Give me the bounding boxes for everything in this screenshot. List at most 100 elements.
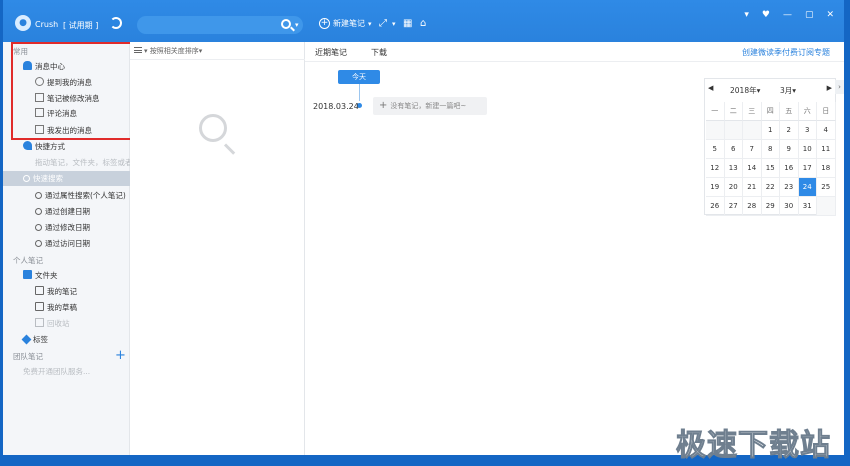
calendar-day[interactable]: 2	[780, 121, 799, 140]
grid-view-icon[interactable]: ▦	[403, 19, 412, 29]
calendar-day[interactable]: 28	[743, 197, 762, 216]
sync-icon[interactable]	[110, 17, 122, 29]
plus-icon: +	[379, 100, 388, 111]
skin-icon[interactable]: ▾	[744, 10, 749, 20]
chevron-down-icon[interactable]: ▾	[368, 20, 372, 28]
weekday-label: 四	[761, 102, 780, 121]
close-icon[interactable]: ✕	[826, 10, 834, 20]
avatar[interactable]: ●	[15, 15, 31, 31]
calendar-week: 19 20 21 22 23 24 25	[706, 178, 836, 197]
calendar-day[interactable]: 24	[798, 178, 817, 197]
tab-download[interactable]: 下载	[371, 47, 387, 58]
calendar-day[interactable]: 20	[724, 178, 743, 197]
calendar-day[interactable]: 27	[724, 197, 743, 216]
weekday-label: 二	[724, 102, 743, 121]
calendar-day[interactable]: 8	[761, 140, 780, 159]
plus-circle-icon: +	[319, 18, 330, 29]
sidebar-item-search-attr[interactable]: 通过属性搜索(个人笔记)	[3, 188, 130, 203]
chevron-down-icon[interactable]: ▾	[295, 21, 299, 29]
heart-icon[interactable]: ♥	[762, 10, 770, 20]
sidebar-item-label: 通过修改日期	[45, 223, 90, 232]
divider	[130, 59, 305, 60]
month-select[interactable]: 3月▾	[780, 85, 796, 96]
calendar-day[interactable]: 15	[761, 159, 780, 178]
list-icon	[134, 47, 142, 53]
chevron-left-icon[interactable]: ◀	[708, 84, 713, 92]
search-icon	[35, 240, 42, 247]
calendar-day[interactable]: 31	[798, 197, 817, 216]
calendar-empty-cell	[706, 121, 725, 140]
today-button[interactable]: 今天	[338, 70, 380, 84]
shortcuts-hint: 拖动笔记，文件夹，标签或者	[35, 158, 133, 167]
calendar-day[interactable]: 13	[724, 159, 743, 178]
sidebar-item-search-modified[interactable]: 通过修改日期	[3, 220, 130, 235]
search-box[interactable]	[137, 16, 303, 34]
calendar-day[interactable]: 17	[798, 159, 817, 178]
chevron-down-icon[interactable]: ▾	[392, 19, 396, 29]
new-note-button[interactable]: + 新建笔记 ▾	[319, 18, 372, 29]
calendar-empty-cell	[817, 197, 836, 216]
sidebar-item-folder[interactable]: 文件夹	[3, 268, 130, 283]
sidebar-item-my-drafts[interactable]: 我的草稿	[3, 300, 130, 315]
expand-icon[interactable]: ⤢	[379, 19, 387, 29]
calendar-day[interactable]: 22	[761, 178, 780, 197]
sidebar-item-label: 我的笔记	[47, 287, 77, 296]
calendar-day[interactable]: 5	[706, 140, 725, 159]
weekday-header: 一二三四五六日	[706, 102, 836, 121]
calendar-day[interactable]: 11	[817, 140, 836, 159]
calendar-day[interactable]: 29	[761, 197, 780, 216]
calendar-empty-cell	[743, 121, 762, 140]
calendar-day[interactable]: 30	[780, 197, 799, 216]
chevron-right-icon[interactable]: ▶	[827, 84, 832, 92]
calendar-day[interactable]: 12	[706, 159, 725, 178]
sidebar-item-label: 文件夹	[35, 271, 58, 280]
add-team-icon[interactable]: +	[115, 349, 126, 362]
sidebar-item-search-created[interactable]: 通过创建日期	[3, 204, 130, 219]
team-hint[interactable]: 免费开通团队服务...	[3, 364, 130, 379]
search-icon[interactable]	[281, 19, 291, 29]
chevron-down-icon: ▾	[144, 47, 148, 55]
section-personal: 个人笔记	[13, 256, 43, 265]
new-note-label: 新建笔记	[333, 19, 365, 28]
calendar-day[interactable]: 26	[706, 197, 725, 216]
calendar-day[interactable]: 3	[798, 121, 817, 140]
home-icon[interactable]: ⌂	[420, 19, 426, 29]
trial-badge[interactable]: [ 试用期 ]	[63, 20, 98, 31]
calendar-day[interactable]: 19	[706, 178, 725, 197]
new-note-placeholder[interactable]: + 没有笔记，新建一篇吧~	[373, 97, 487, 115]
sort-dropdown[interactable]: ▾ 按照相关度排序▾	[134, 46, 202, 56]
collapse-calendar-icon[interactable]: ›	[835, 80, 844, 94]
calendar-day[interactable]: 25	[817, 178, 836, 197]
calendar-day[interactable]: 14	[743, 159, 762, 178]
note-list: ▾ 按照相关度排序▾	[130, 42, 305, 455]
minimize-icon[interactable]: —	[783, 10, 792, 20]
sidebar-item-tags[interactable]: 标签	[3, 332, 130, 347]
calendar-day[interactable]: 16	[780, 159, 799, 178]
window-controls: ▾ ♥ — ▢ ✕	[744, 10, 834, 20]
calendar-day[interactable]: 7	[743, 140, 762, 159]
year-select[interactable]: 2018年▾	[730, 85, 760, 96]
calendar-day[interactable]: 1	[761, 121, 780, 140]
calendar-day[interactable]: 4	[817, 121, 836, 140]
sidebar-item-label: 我的草稿	[47, 303, 77, 312]
sidebar-item-recycle[interactable]: 回收站	[3, 316, 130, 331]
maximize-icon[interactable]: ▢	[805, 10, 814, 20]
calendar-day[interactable]: 6	[724, 140, 743, 159]
calendar-day[interactable]: 23	[780, 178, 799, 197]
sidebar-item-label: 快速搜索	[33, 174, 63, 183]
calendar-day[interactable]: 9	[780, 140, 799, 159]
calendar-day[interactable]: 21	[743, 178, 762, 197]
subscription-link[interactable]: 创建微读季付费订阅专题	[742, 47, 830, 58]
search-input[interactable]	[145, 18, 275, 32]
sidebar-item-quick-search[interactable]: 快速搜索	[3, 171, 130, 186]
tab-recent-notes[interactable]: 近期笔记	[315, 47, 347, 58]
folder-icon	[35, 286, 44, 295]
sidebar-item-shortcuts[interactable]: 快捷方式	[3, 139, 130, 154]
calendar-week: 12 13 14 15 16 17 18	[706, 159, 836, 178]
sidebar-item-search-accessed[interactable]: 通过访问日期	[3, 236, 130, 251]
calendar-day[interactable]: 18	[817, 159, 836, 178]
sidebar-item-my-notes[interactable]: 我的笔记	[3, 284, 130, 299]
username[interactable]: Crush	[35, 20, 58, 29]
calendar-day[interactable]: 10	[798, 140, 817, 159]
app-window: ● Crush [ 试用期 ] ▾ + 新建笔记 ▾ ⤢ ▾ ▦ ⌂ ▾ ♥ —…	[3, 0, 844, 455]
